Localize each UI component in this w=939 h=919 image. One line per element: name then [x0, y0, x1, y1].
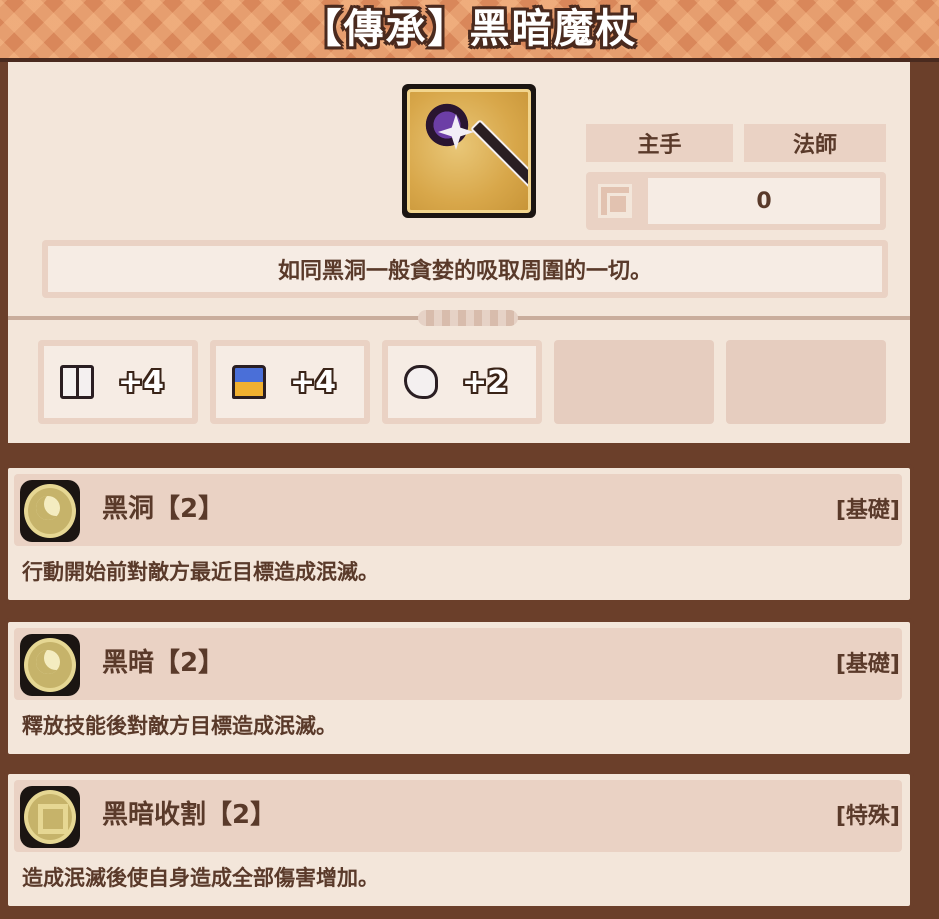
item-title: 【傳承】黑暗魔杖 — [301, 6, 638, 52]
glove-icon — [404, 365, 438, 399]
divider-ornament — [418, 310, 518, 326]
stats-row: +4 +4 +2 — [38, 336, 890, 428]
skill-description: 行動開始前對敵方最近目標造成泯滅。 — [22, 560, 379, 584]
skill-type: [特殊] — [835, 804, 900, 829]
item-card: 主手 法師 0 如同黑洞一般貪婪的吸取周圍的一切。 +4 +4 +2 — [4, 62, 914, 447]
skill-type: [基礎] — [835, 652, 900, 677]
stat-slot-speed[interactable]: +4 — [210, 340, 370, 424]
class-tag: 法師 — [744, 124, 886, 162]
stat-slot-empty — [726, 340, 886, 424]
stat-slot-intellect[interactable]: +4 — [38, 340, 198, 424]
stat-value: +2 — [462, 364, 509, 400]
item-description: 如同黑洞一般貪婪的吸取周圍的一切。 — [48, 246, 882, 292]
skill-name: 黑暗【2】 — [102, 648, 225, 678]
equip-slot-tag: 主手 — [586, 124, 733, 162]
skill-badge — [20, 786, 80, 848]
section-divider — [8, 308, 910, 328]
book-icon — [60, 365, 94, 399]
stat-slot-defense[interactable]: +2 — [382, 340, 542, 424]
socket-row: 0 — [586, 172, 886, 230]
stat-slot-empty — [554, 340, 714, 424]
skill-description: 造成泯滅後使自身造成全部傷害增加。 — [22, 866, 379, 890]
skill-card[interactable]: 黑暗【2】 [基礎] 釋放技能後對敵方目標造成泯滅。 — [4, 618, 914, 758]
boot-icon — [232, 365, 266, 399]
stat-value: +4 — [118, 364, 165, 400]
staff-shaft — [470, 119, 528, 200]
skill-name: 黑暗收割【2】 — [102, 800, 277, 830]
socket-value: 0 — [648, 178, 880, 224]
moon-icon — [24, 484, 76, 538]
socket-icon — [598, 184, 632, 218]
skill-header: 黑暗收割【2】 [特殊] — [14, 780, 902, 852]
skill-name: 黑洞【2】 — [102, 494, 225, 524]
skill-card[interactable]: 黑暗收割【2】 [特殊] 造成泯滅後使自身造成全部傷害增加。 — [4, 770, 914, 910]
skill-badge — [20, 634, 80, 696]
moon-icon — [24, 638, 76, 692]
skill-description: 釋放技能後對敵方目標造成泯滅。 — [22, 714, 337, 738]
item-description-box: 如同黑洞一般貪婪的吸取周圍的一切。 — [42, 240, 888, 298]
skill-badge — [20, 480, 80, 542]
skill-type: [基礎] — [835, 498, 900, 523]
staff-orb — [420, 98, 474, 152]
item-icon-frame[interactable] — [402, 84, 536, 218]
skill-header: 黑洞【2】 [基礎] — [14, 474, 902, 546]
stat-value: +4 — [290, 364, 337, 400]
ring-icon — [24, 790, 76, 844]
skill-card[interactable]: 黑洞【2】 [基礎] 行動開始前對敵方最近目標造成泯滅。 — [4, 464, 914, 604]
title-banner: 【傳承】黑暗魔杖 — [0, 0, 939, 62]
skill-header: 黑暗【2】 [基礎] — [14, 628, 902, 700]
dark-staff-icon — [407, 89, 531, 213]
